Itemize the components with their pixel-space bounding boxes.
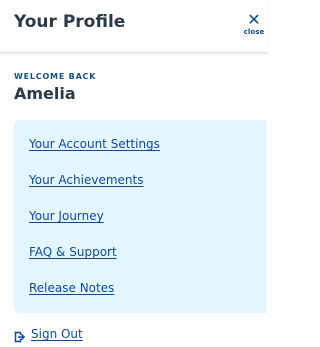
journey-link[interactable]: Your Journey xyxy=(29,209,104,223)
faq-support-link[interactable]: FAQ & Support xyxy=(29,245,117,259)
achievements-link[interactable]: Your Achievements xyxy=(29,173,143,187)
profile-header: Your Profile ✕ close xyxy=(0,0,267,53)
profile-links-panel: Your Account Settings Your Achievements … xyxy=(14,120,267,313)
account-settings-link[interactable]: Your Account Settings xyxy=(29,137,160,151)
welcome-back-label: WELCOME BACK xyxy=(14,72,97,81)
sign-out-label: Sign Out xyxy=(31,327,83,341)
close-icon: ✕ xyxy=(247,10,261,29)
close-button[interactable]: ✕ close xyxy=(242,12,266,40)
close-label: close xyxy=(243,28,265,36)
release-notes-link[interactable]: Release Notes xyxy=(29,281,114,295)
sign-out-icon xyxy=(14,328,26,343)
sign-out-button[interactable]: Sign Out xyxy=(14,327,83,343)
page-title: Your Profile xyxy=(14,12,126,32)
user-name: Amelia xyxy=(14,84,76,103)
